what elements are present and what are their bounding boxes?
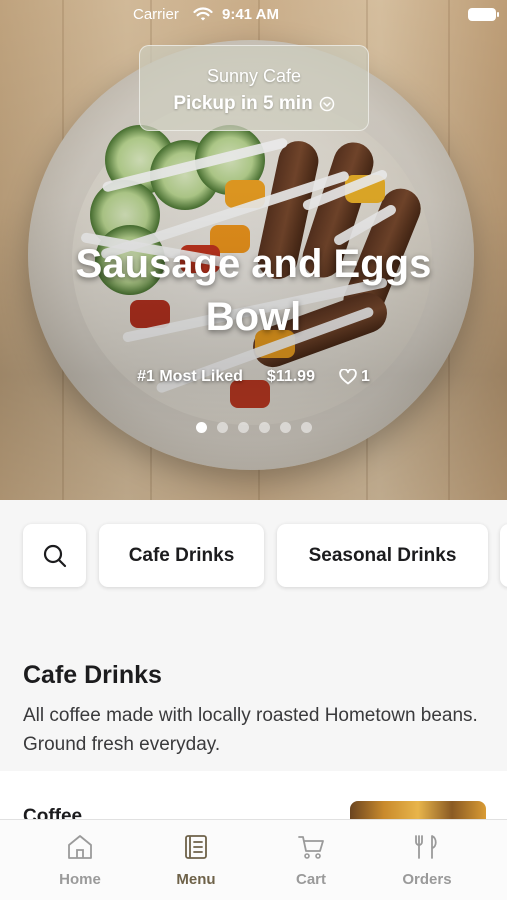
tab-orders[interactable]: Orders <box>377 832 477 888</box>
carousel-dot[interactable] <box>216 422 228 433</box>
battery-icon <box>468 8 499 21</box>
store-name: Sunny Cafe <box>206 66 302 86</box>
tab-home[interactable]: Home <box>30 832 130 888</box>
search-icon <box>43 544 66 567</box>
carrier-label: Carrier <box>133 6 179 23</box>
carousel-dot[interactable] <box>300 422 312 433</box>
menu-section-cafe-drinks: Cafe Drinks All coffee made with locally… <box>0 608 507 771</box>
cart-icon <box>298 836 324 859</box>
pickup-time-label: Pickup in 5 min <box>173 93 313 114</box>
home-icon <box>68 835 92 859</box>
tab-orders-label: Orders <box>402 871 452 888</box>
status-bar: Carrier 9:41 AM <box>0 0 507 30</box>
featured-item-title-line1: Sausage and Eggs <box>75 242 432 286</box>
menu-item-thumbnail <box>350 801 486 819</box>
clock-label: 9:41 AM <box>222 6 279 23</box>
tab-cart-label: Cart <box>295 871 326 888</box>
featured-item-meta: #1 Most Liked $11.99 1 <box>0 368 507 386</box>
wifi-icon <box>193 7 213 21</box>
tab-home-label: Home <box>59 871 101 888</box>
featured-item-price: $11.99 <box>266 368 315 385</box>
carousel-dot[interactable] <box>258 422 270 433</box>
carousel-dot[interactable] <box>195 422 207 433</box>
carousel-dot[interactable] <box>279 422 291 433</box>
category-chip-next[interactable] <box>500 524 507 587</box>
tab-menu-label: Menu <box>176 871 216 888</box>
carousel-page-dots[interactable] <box>0 422 507 433</box>
likes-count: 1 <box>360 368 370 385</box>
heart-icon <box>339 369 357 385</box>
chevron-down-circle-icon <box>319 96 334 112</box>
featured-item-likes[interactable]: 1 <box>339 368 370 386</box>
section-description: All coffee made with locally roasted Hom… <box>23 705 478 755</box>
tab-menu[interactable]: Menu <box>146 832 246 888</box>
pickup-time: Pickup in 5 min <box>140 93 368 115</box>
carousel-dot[interactable] <box>237 422 249 433</box>
category-bar: Cafe Drinks Seasonal Drinks <box>0 500 507 608</box>
featured-item-title-line2: Bowl <box>205 295 302 339</box>
category-chip-seasonal-drinks[interactable]: Seasonal Drinks <box>277 524 488 587</box>
pickup-selector[interactable]: Sunny Cafe Pickup in 5 min <box>139 45 369 131</box>
featured-item-badge: #1 Most Liked <box>137 368 243 385</box>
featured-item-title[interactable]: Sausage and Eggs Bowl <box>40 238 467 344</box>
menu-item-name: Coffee <box>23 806 83 819</box>
tab-bar: Home Menu Cart Orders <box>0 819 507 900</box>
menu-icon <box>185 835 207 859</box>
tab-cart[interactable]: Cart <box>261 832 361 888</box>
section-title: Cafe Drinks <box>23 661 162 689</box>
hero-carousel[interactable]: Carrier 9:41 AM Sunny Cafe Pickup in 5 m… <box>0 0 507 500</box>
orders-icon <box>415 835 437 859</box>
menu-item-coffee[interactable]: Coffee <box>0 771 507 819</box>
search-button[interactable] <box>23 524 86 587</box>
category-chip-cafe-drinks[interactable]: Cafe Drinks <box>99 524 264 587</box>
